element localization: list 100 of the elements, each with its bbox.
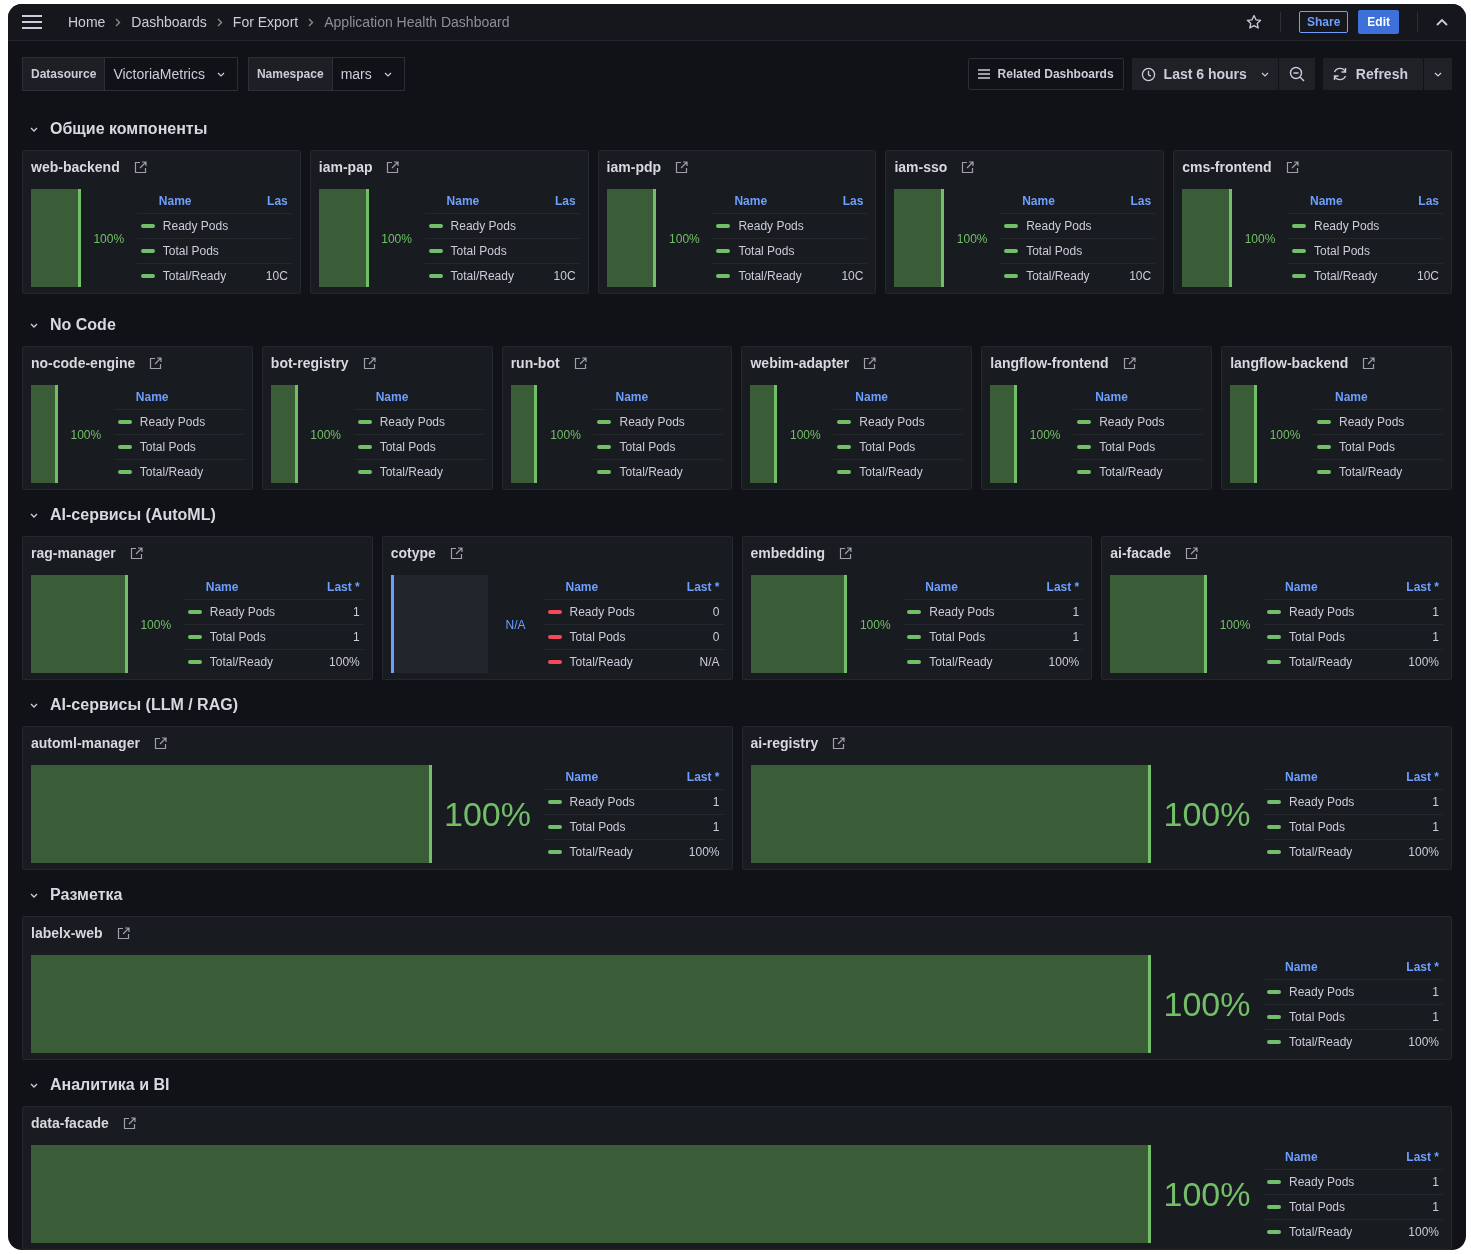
column-header[interactable]: Name (565, 580, 679, 594)
legend-dash-icon (1267, 1205, 1281, 1209)
column-header[interactable]: Name (1095, 390, 1200, 404)
time-range-picker[interactable]: Last 6 hours (1131, 58, 1278, 90)
column-header[interactable]: Name (1310, 194, 1411, 208)
legend-dash-icon (1077, 445, 1092, 449)
external-link-icon[interactable] (149, 356, 163, 370)
external-link-icon[interactable] (122, 1116, 136, 1130)
column-header[interactable]: Last * (686, 580, 720, 594)
legend-dash-icon (1317, 445, 1331, 449)
column-header[interactable]: Las (267, 194, 288, 208)
external-link-icon[interactable] (386, 160, 400, 174)
edit-button[interactable]: Edit (1358, 10, 1399, 34)
menu-icon[interactable] (22, 15, 42, 29)
zoom-out-button[interactable] (1277, 58, 1315, 90)
series-name: Total Pods (1099, 440, 1157, 454)
column-header[interactable]: Name (615, 390, 720, 404)
external-link-icon[interactable] (116, 926, 130, 940)
column-header[interactable]: Name (565, 770, 679, 784)
column-header[interactable]: Name (1335, 390, 1439, 404)
external-link-icon[interactable] (863, 356, 877, 370)
collapse-chevron-icon[interactable] (30, 126, 38, 132)
column-header[interactable]: Las (842, 194, 864, 208)
collapse-chevron-icon[interactable] (30, 512, 38, 518)
external-link-icon[interactable] (133, 160, 147, 174)
collapse-chevron-icon[interactable] (30, 892, 38, 898)
column-header[interactable]: Las (554, 194, 576, 208)
star-icon[interactable] (1245, 14, 1262, 30)
column-header[interactable]: Name (734, 194, 835, 208)
section-title[interactable]: AI-сервисы (LLM / RAG) (50, 696, 238, 714)
external-link-icon[interactable] (449, 546, 463, 560)
external-link-icon[interactable] (1285, 160, 1299, 174)
panel-title: cms-frontend (1182, 159, 1272, 175)
column-header[interactable]: Name (135, 390, 240, 404)
column-header[interactable]: Name (1285, 960, 1399, 974)
chevron-up-icon[interactable] (1436, 18, 1448, 26)
column-header[interactable]: Name (1022, 194, 1123, 208)
breadcrumb-link[interactable]: Application Health Dashboard (324, 14, 510, 30)
external-link-icon[interactable] (1184, 546, 1198, 560)
legend-dash-icon (547, 850, 562, 854)
breadcrumb-link[interactable]: Home (68, 14, 106, 30)
column-header[interactable]: Name (375, 390, 480, 404)
column-header[interactable]: Name (1285, 770, 1399, 784)
column-header[interactable]: Name (1285, 1150, 1399, 1164)
column-header[interactable]: Last * (1046, 580, 1080, 594)
breadcrumb-link[interactable]: Dashboards (131, 14, 207, 30)
series-value: 10C (841, 269, 864, 283)
column-header[interactable]: Last * (1406, 1150, 1439, 1164)
collapse-chevron-icon[interactable] (30, 702, 38, 708)
section-title[interactable]: AI-сервисы (AutoML) (50, 506, 216, 524)
column-header[interactable]: Name (855, 390, 960, 404)
zoom-out-icon (1288, 66, 1305, 82)
column-header[interactable]: Last * (686, 770, 720, 784)
column-header[interactable]: Las (1418, 194, 1439, 208)
column-header[interactable]: Last * (1406, 960, 1439, 974)
series-value: 1 (1432, 985, 1439, 999)
legend-dash-icon (907, 635, 922, 639)
external-link-icon[interactable] (839, 546, 853, 560)
legend-dash-icon (597, 445, 612, 449)
column-header[interactable]: Name (446, 194, 547, 208)
series-name: Ready Pods (569, 795, 636, 809)
collapse-chevron-icon[interactable] (30, 322, 38, 328)
series-value: 1 (1432, 795, 1439, 809)
series-name: Total/Ready (1339, 465, 1404, 479)
column-header[interactable]: Name (205, 580, 320, 594)
collapse-chevron-icon[interactable] (30, 1082, 38, 1088)
external-link-icon[interactable] (1122, 356, 1136, 370)
column-header[interactable]: Last * (1406, 580, 1439, 594)
external-link-icon[interactable] (675, 160, 689, 174)
share-button[interactable]: Share (1298, 11, 1349, 33)
column-header[interactable]: Last * (1406, 770, 1439, 784)
chevron-right-icon (115, 17, 122, 27)
external-link-icon[interactable] (573, 356, 587, 370)
column-header[interactable]: Last * (327, 580, 360, 594)
column-header[interactable]: Las (1130, 194, 1152, 208)
panel-title: web-backend (31, 159, 120, 175)
external-link-icon[interactable] (832, 736, 846, 750)
series-value: 1 (1432, 630, 1439, 644)
refresh-button[interactable]: Refresh (1322, 58, 1423, 90)
column-header[interactable]: Name (1285, 580, 1399, 594)
section-title[interactable]: Аналитика и BI (50, 1076, 170, 1094)
series-name: Ready Pods (139, 415, 207, 429)
external-link-icon[interactable] (129, 546, 143, 560)
section-title[interactable]: Общие компоненты (50, 120, 208, 138)
legend-dash-icon (187, 635, 202, 639)
series-name: Ready Pods (379, 415, 447, 429)
external-link-icon[interactable] (961, 160, 975, 174)
breadcrumb-link[interactable]: For Export (232, 14, 299, 30)
related-dashboards-button[interactable]: Related Dashboards (967, 58, 1124, 90)
section-title[interactable]: Разметка (50, 886, 123, 904)
external-link-icon[interactable] (153, 736, 167, 750)
column-header[interactable]: Name (158, 194, 260, 208)
series-value: 10C (1129, 269, 1152, 283)
legend-dash-icon (1317, 420, 1331, 424)
section-title[interactable]: No Code (50, 316, 116, 334)
external-link-icon[interactable] (1362, 356, 1376, 370)
gauge-value: 100% (956, 231, 988, 246)
column-header[interactable]: Name (925, 580, 1039, 594)
external-link-icon[interactable] (362, 356, 376, 370)
series-name: Total Pods (859, 440, 917, 454)
